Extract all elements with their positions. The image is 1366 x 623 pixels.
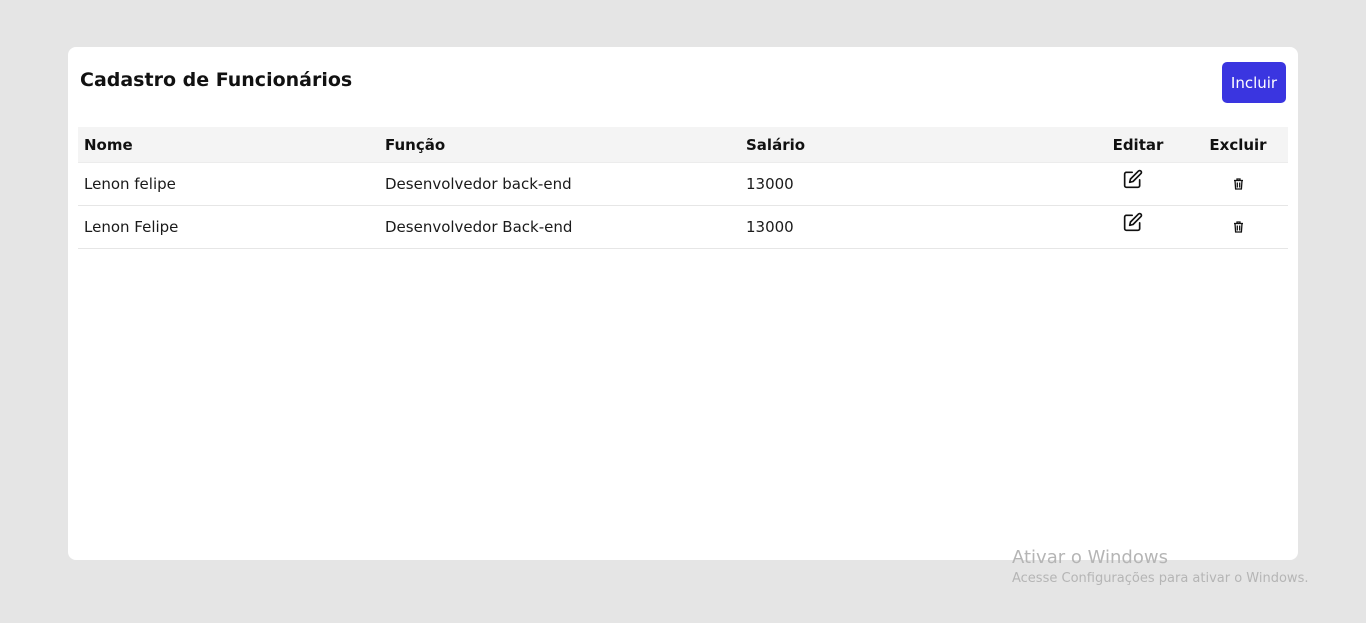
delete-cell	[1188, 163, 1288, 205]
cell-salary: 13000	[746, 218, 794, 236]
watermark-title: Ativar o Windows	[1012, 547, 1168, 568]
edit-cell	[1088, 206, 1188, 248]
add-employee-button[interactable]: Incluir	[1222, 62, 1286, 103]
cell-salary: 13000	[746, 175, 794, 193]
delete-cell	[1188, 206, 1288, 248]
edit-icon[interactable]	[1123, 212, 1143, 232]
edit-icon[interactable]	[1123, 169, 1143, 189]
windows-activation-watermark: Ativar o Windows Acesse Configurações pa…	[1012, 546, 1308, 588]
cell-name: Lenon felipe	[84, 175, 176, 193]
trash-icon[interactable]	[1233, 178, 1244, 190]
table-header-row: Nome Função Salário Editar Excluir	[78, 127, 1288, 163]
employee-table: Nome Função Salário Editar Excluir Lenon…	[78, 127, 1288, 249]
cell-role: Desenvolvedor Back-end	[385, 218, 573, 236]
trash-icon[interactable]	[1233, 221, 1244, 233]
employee-card: Cadastro de Funcionários Incluir Nome Fu…	[68, 47, 1298, 560]
page-title: Cadastro de Funcionários	[80, 69, 353, 91]
watermark-subtitle: Acesse Configurações para ativar o Windo…	[1012, 571, 1309, 586]
header-name: Nome	[84, 135, 133, 154]
header-edit: Editar	[1112, 135, 1164, 154]
header-delete: Excluir	[1209, 135, 1267, 154]
header-salary: Salário	[746, 135, 806, 154]
table-row: Lenon felipe Desenvolvedor back-end 1300…	[78, 163, 1288, 206]
header-role: Função	[385, 135, 446, 154]
table-row: Lenon Felipe Desenvolvedor Back-end 1300…	[78, 206, 1288, 249]
cell-role: Desenvolvedor back-end	[385, 175, 572, 193]
cell-name: Lenon Felipe	[84, 218, 179, 236]
edit-cell	[1088, 163, 1188, 205]
